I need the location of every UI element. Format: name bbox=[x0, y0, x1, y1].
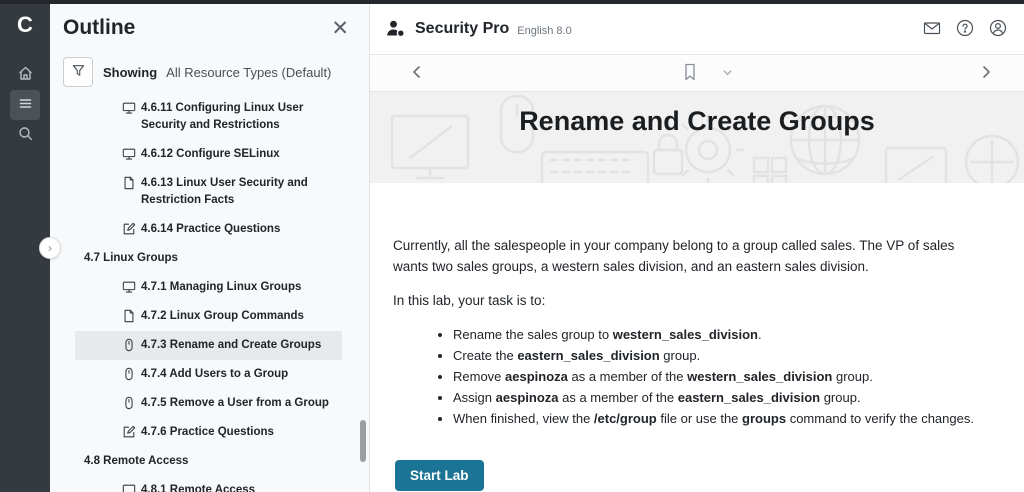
account-button[interactable] bbox=[987, 18, 1009, 40]
scenario-paragraph: Currently, all the salespeople in your c… bbox=[393, 235, 990, 277]
previous-lesson-button[interactable] bbox=[405, 61, 429, 85]
chevron-right-icon bbox=[979, 65, 993, 82]
outline-item-label: 4.7.3 Rename and Create Groups bbox=[141, 337, 321, 354]
home-icon bbox=[17, 65, 34, 85]
messages-button[interactable] bbox=[921, 18, 943, 40]
outline-item[interactable]: 4.8 Remote Access bbox=[75, 447, 342, 476]
window-top-edge bbox=[0, 0, 1024, 4]
lesson-nav-toolbar bbox=[370, 55, 1024, 92]
page-title: Rename and Create Groups bbox=[370, 92, 1024, 137]
outline-item-label: 4.7.4 Add Users to a Group bbox=[141, 366, 288, 383]
close-icon: ✕ bbox=[331, 17, 349, 40]
filter-label: Showing bbox=[103, 65, 157, 80]
help-icon bbox=[955, 18, 975, 41]
search-icon bbox=[17, 125, 34, 145]
task-bullet: Remove aespinoza as a member of the west… bbox=[453, 368, 990, 386]
monitor-icon bbox=[122, 101, 136, 115]
filter-funnel-icon bbox=[71, 63, 86, 81]
outline-scrollbar-thumb[interactable] bbox=[360, 420, 366, 462]
document-icon bbox=[122, 309, 136, 323]
task-bullet: Assign aespinoza as a member of the east… bbox=[453, 389, 990, 407]
outline-item[interactable]: 4.7.4 Add Users to a Group bbox=[75, 360, 342, 389]
filter-button[interactable] bbox=[63, 57, 93, 87]
task-bullet: When finished, view the /etc/group file … bbox=[453, 410, 990, 428]
account-icon bbox=[988, 18, 1008, 41]
outline-item-label: 4.7.5 Remove a User from a Group bbox=[141, 395, 329, 412]
edit-icon bbox=[122, 425, 136, 439]
help-button[interactable] bbox=[954, 18, 976, 40]
outline-title: Outline bbox=[63, 16, 135, 40]
start-lab-button[interactable]: Start Lab bbox=[395, 460, 484, 491]
outline-item[interactable]: 4.6.12 Configure SELinux bbox=[75, 140, 342, 169]
course-title: Security Pro bbox=[415, 20, 509, 38]
outline-item[interactable]: 4.6.14 Practice Questions bbox=[75, 215, 342, 244]
monitor-icon bbox=[122, 483, 136, 492]
outline-panel: Outline ✕ Showing All Resource Types (De… bbox=[50, 0, 370, 492]
task-bullet: Rename the sales group to western_sales_… bbox=[453, 326, 990, 344]
chevron-left-icon bbox=[410, 65, 424, 82]
mouse-icon bbox=[122, 396, 136, 410]
task-bullet: Create the eastern_sales_division group. bbox=[453, 347, 990, 365]
header-actions bbox=[921, 18, 1009, 40]
search-button[interactable] bbox=[10, 120, 40, 150]
app-logo: C bbox=[17, 10, 33, 40]
app-window: C Outline ✕ Showing All Resource Types (… bbox=[0, 0, 1024, 492]
bookmark-icon bbox=[682, 63, 698, 84]
outline-item-label: 4.7.2 Linux Group Commands bbox=[141, 308, 304, 325]
outline-item[interactable]: 4.7.6 Practice Questions bbox=[75, 418, 342, 447]
home-button[interactable] bbox=[10, 60, 40, 90]
outline-item-label: 4.6.13 Linux User Security and Restricti… bbox=[141, 175, 336, 209]
bookmark-button[interactable] bbox=[678, 61, 702, 85]
outline-item-label: 4.6.12 Configure SELinux bbox=[141, 146, 280, 163]
lab-description: Currently, all the salespeople in your c… bbox=[370, 183, 1024, 491]
outline-item-label: 4.7 Linux Groups bbox=[84, 250, 178, 267]
outline-item-label: 4.8 Remote Access bbox=[84, 453, 188, 470]
outline-tree: 4.6.11 Configuring Linux User Security a… bbox=[50, 94, 369, 492]
outline-item[interactable]: 4.7 Linux Groups bbox=[75, 244, 342, 273]
outline-item[interactable]: 4.7.1 Managing Linux Groups bbox=[75, 273, 342, 302]
outline-item[interactable]: 4.6.11 Configuring Linux User Security a… bbox=[75, 94, 342, 140]
outline-item[interactable]: 4.7.3 Rename and Create Groups bbox=[75, 331, 342, 360]
monitor-icon bbox=[122, 280, 136, 294]
bookmark-dropdown-button[interactable] bbox=[715, 61, 739, 85]
outline-item[interactable]: 4.7.5 Remove a User from a Group bbox=[75, 389, 342, 418]
outline-item-label: 4.6.11 Configuring Linux User Security a… bbox=[141, 100, 336, 134]
person-badge-icon bbox=[385, 19, 407, 39]
document-icon bbox=[122, 176, 136, 190]
mail-icon bbox=[922, 18, 942, 41]
filter-row: Showing All Resource Types (Default) bbox=[63, 57, 369, 87]
outline-item-label: 4.7.6 Practice Questions bbox=[141, 424, 274, 441]
task-list: Rename the sales group to western_sales_… bbox=[393, 326, 990, 428]
outline-item[interactable]: 4.8.1 Remote Access bbox=[75, 476, 342, 492]
chevron-right-icon: › bbox=[48, 241, 52, 255]
collapse-outline-button[interactable]: › bbox=[39, 237, 61, 259]
outline-item[interactable]: 4.7.2 Linux Group Commands bbox=[75, 302, 342, 331]
close-outline-button[interactable]: ✕ bbox=[331, 18, 349, 39]
outline-item[interactable]: 4.6.13 Linux User Security and Restricti… bbox=[75, 169, 342, 215]
course-subtitle: English 8.0 bbox=[517, 25, 571, 37]
task-intro-paragraph: In this lab, your task is to: bbox=[393, 290, 990, 311]
chevron-down-icon bbox=[722, 66, 733, 81]
bookmark-group bbox=[678, 61, 739, 85]
outline-item-label: 4.7.1 Managing Linux Groups bbox=[141, 279, 301, 296]
outline-header: Outline ✕ bbox=[50, 0, 369, 40]
main-content: Security Pro English 8.0 bbox=[370, 0, 1024, 492]
outline-menu-icon bbox=[17, 95, 34, 115]
outline-item-label: 4.8.1 Remote Access bbox=[141, 482, 255, 492]
mouse-icon bbox=[122, 338, 136, 352]
mouse-icon bbox=[122, 367, 136, 381]
edit-icon bbox=[122, 222, 136, 236]
title-banner: Rename and Create Groups bbox=[370, 92, 1024, 183]
monitor-icon bbox=[122, 147, 136, 161]
course-header: Security Pro English 8.0 bbox=[370, 0, 1024, 55]
filter-value[interactable]: All Resource Types (Default) bbox=[166, 65, 331, 80]
outline-menu-button[interactable] bbox=[10, 90, 40, 120]
outline-item-label: 4.6.14 Practice Questions bbox=[141, 221, 280, 238]
next-lesson-button[interactable] bbox=[974, 61, 998, 85]
